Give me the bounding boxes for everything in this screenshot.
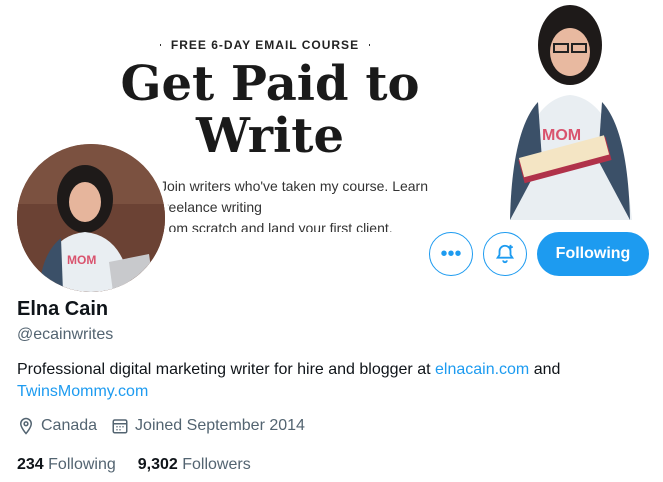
following-count: 234 xyxy=(17,456,44,473)
followers-count-link[interactable]: 9,302 Followers xyxy=(138,456,251,474)
avatar[interactable]: MOM xyxy=(13,140,169,296)
headline-line1: Get Paid to xyxy=(120,56,420,112)
banner-person-photo: MOM xyxy=(500,0,640,220)
profile-meta: Canada Joined September 2014 xyxy=(17,417,305,435)
headline-line2: Write xyxy=(196,108,344,164)
profile-actions: ••• Following xyxy=(429,232,649,276)
following-count-link[interactable]: 234 Following xyxy=(17,456,116,474)
followers-label: Followers xyxy=(182,456,251,473)
followers-count: 9,302 xyxy=(137,456,178,473)
location-item: Canada xyxy=(17,417,97,435)
bio-link-elnacain[interactable]: elnacain.com xyxy=(435,361,529,378)
profile-name: Elna Cain xyxy=(17,298,109,320)
joined-item: Joined September 2014 xyxy=(111,417,305,435)
following-button[interactable]: Following xyxy=(537,232,649,276)
banner-headline: Get Paid to Write xyxy=(110,58,430,162)
svg-text:MOM: MOM xyxy=(67,253,96,267)
calendar-icon xyxy=(112,419,128,434)
subtext-line1: Join writers who've taken my course. Lea… xyxy=(160,178,429,215)
profile-bio: Professional digital marketing writer fo… xyxy=(17,359,627,403)
profile-handle: @ecainwrites xyxy=(17,326,114,343)
banner-kicker: FREE 6-DAY EMAIL COURSE xyxy=(160,38,370,52)
bell-plus-icon xyxy=(495,244,515,264)
notify-button[interactable] xyxy=(483,232,527,276)
avatar-photo: MOM xyxy=(17,144,165,292)
bio-text-2: and xyxy=(529,361,561,378)
banner-subtext: Join writers who've taken my course. Lea… xyxy=(160,176,480,232)
subtext-line2: from scratch and land your first client. xyxy=(160,220,393,232)
banner-kicker-text: FREE 6-DAY EMAIL COURSE xyxy=(170,38,360,52)
location-pin-icon xyxy=(19,417,33,435)
joined-text: Joined September 2014 xyxy=(135,417,305,434)
bio-link-twinsmommy[interactable]: TwinsMommy.com xyxy=(17,383,148,400)
more-button[interactable]: ••• xyxy=(429,232,473,276)
location-text: Canada xyxy=(41,417,98,434)
bio-text-1: Professional digital marketing writer fo… xyxy=(17,361,435,378)
more-icon: ••• xyxy=(440,242,462,265)
following-label: Following xyxy=(48,456,116,473)
svg-text:MOM: MOM xyxy=(542,127,581,144)
profile-counts: 234 Following 9,302 Followers xyxy=(17,456,251,474)
